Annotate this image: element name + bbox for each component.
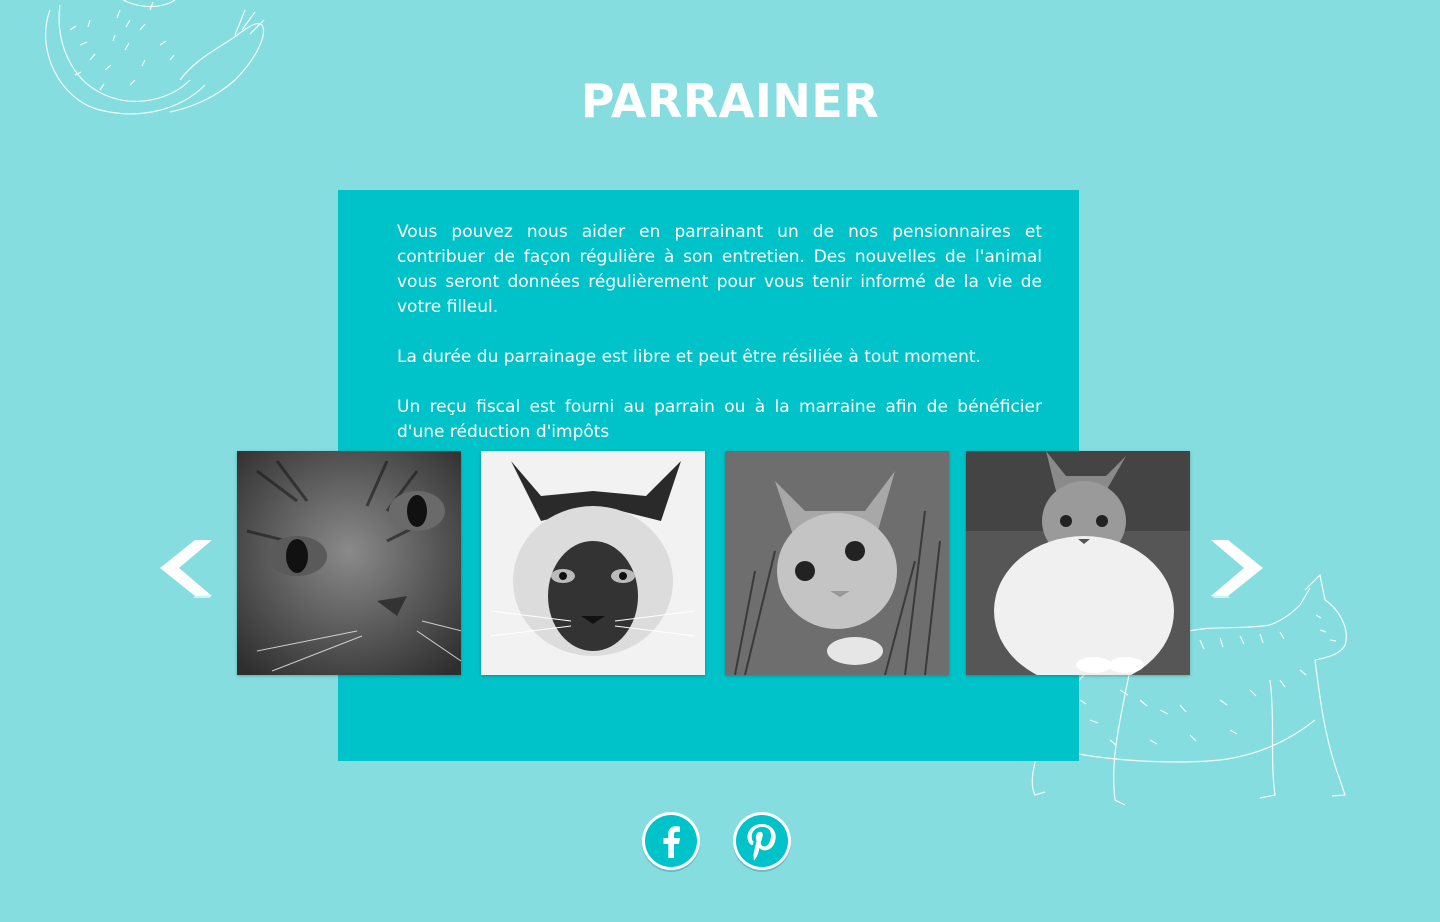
white-tabby-cat-photo: [966, 451, 1190, 675]
carousel-slide-kitten[interactable]: [725, 451, 949, 675]
info-text: Vous pouvez nous aider en parrainant un …: [397, 220, 1042, 470]
carousel-slide-tabby-cat[interactable]: [237, 451, 461, 675]
carousel-slide-siamese-cat[interactable]: [481, 451, 705, 675]
siamese-cat-photo: [481, 451, 705, 675]
pinterest-icon: [733, 812, 791, 872]
facebook-icon: [642, 812, 700, 872]
tabby-cat-photo: [237, 451, 461, 675]
info-paragraph-duration: La durée du parrainage est libre et peut…: [397, 347, 981, 367]
kitten-in-grass-photo: [725, 451, 949, 675]
info-paragraph-intro: Vous pouvez nous aider en parrainant un …: [397, 222, 1042, 317]
carousel-slide-white-tabby[interactable]: [966, 451, 1190, 675]
info-paragraph-tax-receipt: Un reçu fiscal est fourni au parrain ou …: [397, 397, 1042, 442]
carousel-next-button[interactable]: [1210, 538, 1266, 598]
page-title: PARRAINER: [580, 74, 880, 128]
chevron-left-icon: [160, 540, 212, 598]
carousel-prev-button[interactable]: [157, 538, 213, 598]
chevron-right-icon: [1211, 540, 1263, 598]
facebook-button[interactable]: [640, 810, 702, 872]
pinterest-button[interactable]: [731, 810, 793, 872]
